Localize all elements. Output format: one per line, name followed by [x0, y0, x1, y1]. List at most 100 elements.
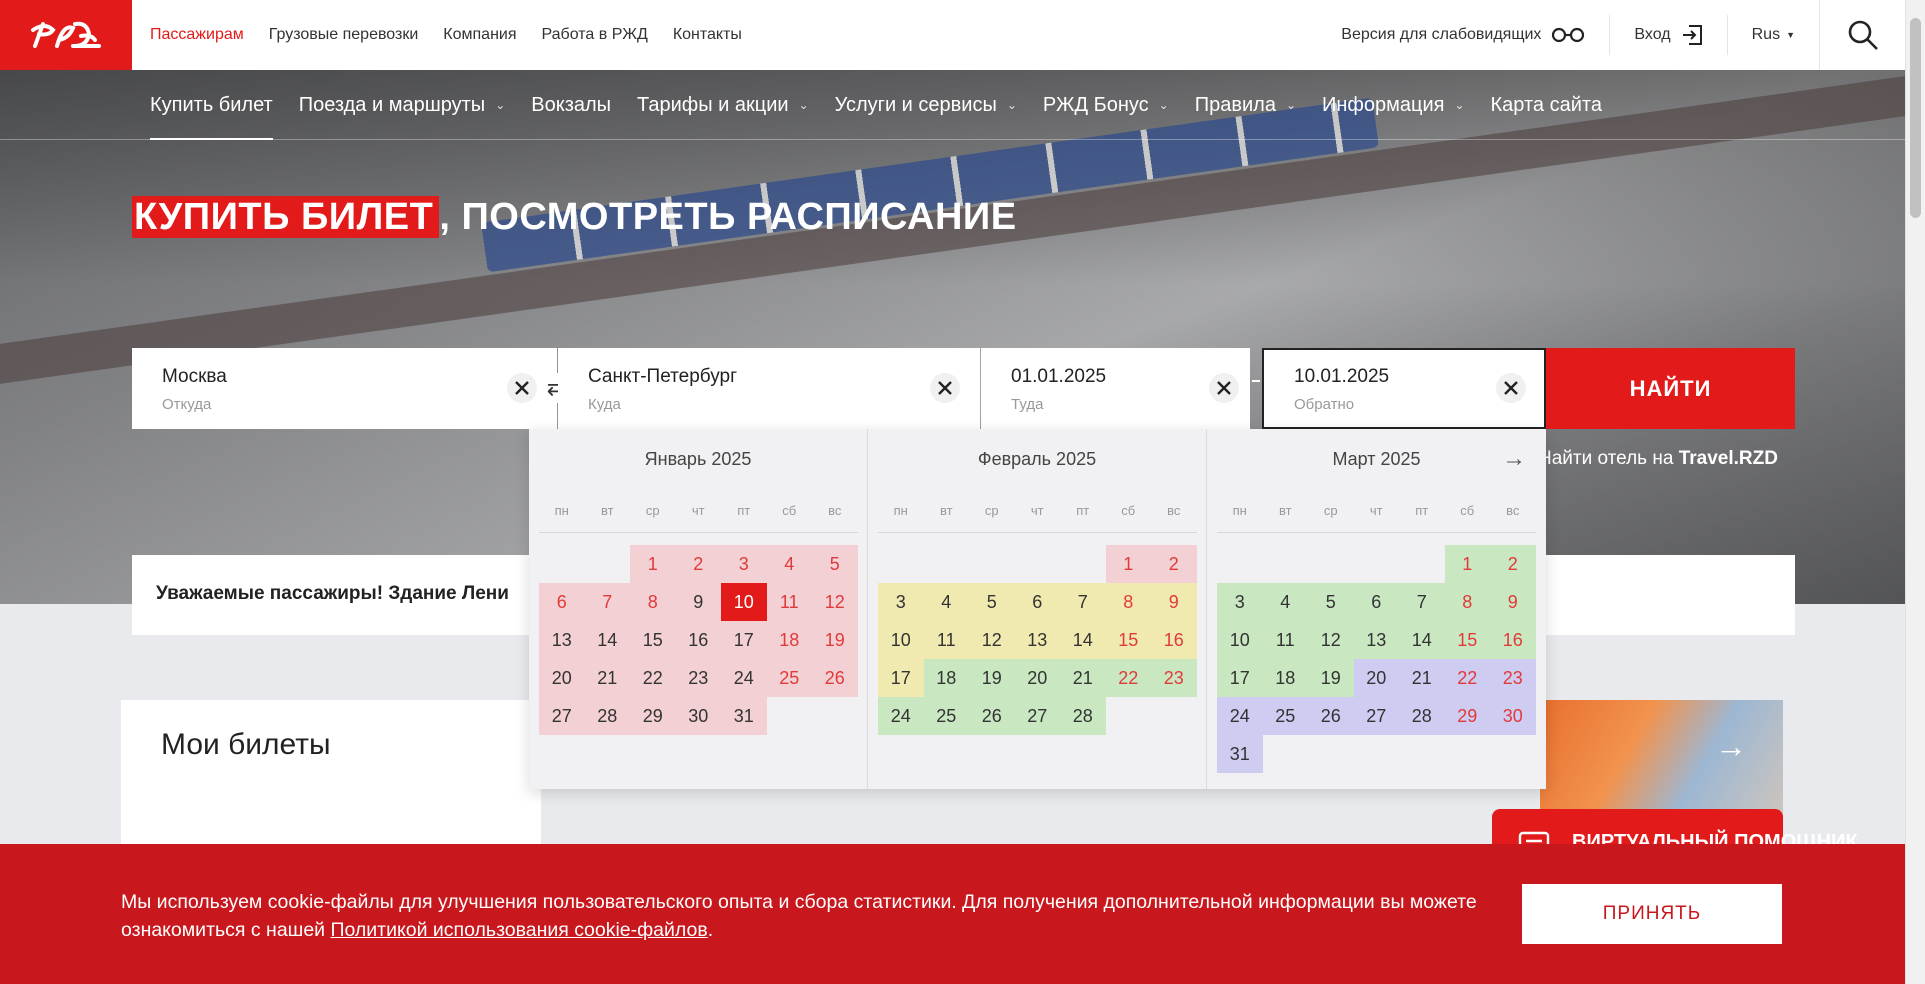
calendar-day[interactable]: 23	[675, 659, 721, 697]
calendar-day[interactable]: 8	[1444, 583, 1490, 621]
calendar-day[interactable]: 2	[1151, 545, 1197, 583]
main-nav-services[interactable]: Услуги и сервисы ⌄	[835, 70, 1017, 140]
calendar-day[interactable]: 26	[969, 697, 1015, 735]
calendar-day[interactable]: 27	[1014, 697, 1060, 735]
calendar-day[interactable]: 7	[1060, 583, 1106, 621]
main-nav-rules[interactable]: Правила ⌄	[1195, 70, 1296, 140]
calendar-day[interactable]: 3	[878, 583, 924, 621]
calendar-day[interactable]: 2	[675, 545, 721, 583]
cookie-policy-link[interactable]: Политикой использования cookie-файлов	[330, 919, 707, 941]
calendar-day[interactable]: 19	[812, 621, 858, 659]
hotel-link[interactable]: Найти отель на Travel.RZD	[1538, 448, 1778, 470]
language-selector[interactable]: Rus ▼	[1726, 15, 1819, 55]
calendar-day[interactable]: 13	[1014, 621, 1060, 659]
top-nav-contacts[interactable]: Контакты	[673, 26, 742, 44]
calendar-day[interactable]: 25	[1262, 697, 1308, 735]
rzd-logo[interactable]	[0, 0, 132, 70]
calendar-day[interactable]: 22	[1105, 659, 1151, 697]
calendar-day[interactable]: 31	[1217, 735, 1263, 773]
calendar-day[interactable]: 8	[1105, 583, 1151, 621]
calendar-day[interactable]: 16	[1151, 621, 1197, 659]
calendar-day[interactable]: 4	[923, 583, 969, 621]
calendar-day[interactable]: 16	[675, 621, 721, 659]
calendar-day[interactable]: 29	[630, 697, 676, 735]
calendar-day[interactable]: 13	[1353, 621, 1399, 659]
calendar-day[interactable]: 10	[721, 583, 767, 621]
main-nav-buy-ticket[interactable]: Купить билет	[150, 70, 273, 140]
calendar-day[interactable]: 12	[812, 583, 858, 621]
top-nav-company[interactable]: Компания	[443, 26, 516, 44]
clear-date-there-button[interactable]	[1209, 373, 1239, 403]
calendar-day[interactable]: 15	[1444, 621, 1490, 659]
calendar-day[interactable]: 29	[1444, 697, 1490, 735]
calendar-day[interactable]: 23	[1490, 659, 1536, 697]
calendar-day[interactable]: 15	[1105, 621, 1151, 659]
calendar-day[interactable]: 25	[766, 659, 812, 697]
calendar-day[interactable]: 5	[1308, 583, 1354, 621]
calendar-day[interactable]: 31	[721, 697, 767, 735]
calendar-day[interactable]: 14	[584, 621, 630, 659]
calendar-day[interactable]: 8	[630, 583, 676, 621]
calendar-day[interactable]: 1	[630, 545, 676, 583]
calendar-day[interactable]: 30	[675, 697, 721, 735]
calendar-day[interactable]: 22	[1444, 659, 1490, 697]
calendar-day[interactable]: 17	[1217, 659, 1263, 697]
calendar-day[interactable]: 17	[721, 621, 767, 659]
page-scrollbar[interactable]	[1905, 0, 1925, 984]
calendar-day[interactable]: 3	[1217, 583, 1263, 621]
accept-cookies-button[interactable]: ПРИНЯТЬ	[1522, 884, 1782, 944]
calendar-day[interactable]: 21	[1399, 659, 1445, 697]
date-there-field[interactable]: 01.01.2025 Туда	[981, 348, 1250, 429]
top-nav-jobs[interactable]: Работа в РЖД	[542, 26, 648, 44]
clear-date-return-button[interactable]	[1496, 373, 1526, 403]
calendar-day[interactable]: 25	[923, 697, 969, 735]
calendar-day[interactable]: 27	[1353, 697, 1399, 735]
calendar-day[interactable]: 28	[584, 697, 630, 735]
calendar-day[interactable]: 13	[539, 621, 585, 659]
main-nav-tariffs[interactable]: Тарифы и акции ⌄	[637, 70, 809, 140]
calendar-day[interactable]: 10	[1217, 621, 1263, 659]
top-nav-passengers[interactable]: Пассажирам	[150, 26, 244, 44]
calendar-day[interactable]: 26	[1308, 697, 1354, 735]
calendar-day[interactable]: 9	[675, 583, 721, 621]
calendar-day[interactable]: 14	[1399, 621, 1445, 659]
calendar-day[interactable]: 7	[584, 583, 630, 621]
calendar-day[interactable]: 24	[1217, 697, 1263, 735]
calendar-day[interactable]: 4	[766, 545, 812, 583]
login-button[interactable]: Вход	[1609, 15, 1726, 55]
calendar-day[interactable]: 24	[721, 659, 767, 697]
calendar-day[interactable]: 12	[969, 621, 1015, 659]
calendar-day[interactable]: 7	[1399, 583, 1445, 621]
calendar-day[interactable]: 12	[1308, 621, 1354, 659]
calendar-day[interactable]: 9	[1151, 583, 1197, 621]
clear-to-button[interactable]	[930, 373, 960, 403]
calendar-day[interactable]: 14	[1060, 621, 1106, 659]
calendar-day[interactable]: 17	[878, 659, 924, 697]
calendar-day[interactable]: 19	[1308, 659, 1354, 697]
to-field[interactable]: Санкт-Петербург Куда	[558, 348, 980, 429]
calendar-day[interactable]: 20	[1353, 659, 1399, 697]
calendar-day[interactable]: 22	[630, 659, 676, 697]
calendar-day[interactable]: 21	[1060, 659, 1106, 697]
calendar-day[interactable]: 18	[766, 621, 812, 659]
main-nav-sitemap[interactable]: Карта сайта	[1491, 70, 1602, 140]
main-nav-trains[interactable]: Поезда и маршруты ⌄	[299, 70, 506, 140]
clear-from-button[interactable]	[507, 373, 537, 403]
calendar-day[interactable]: 6	[1014, 583, 1060, 621]
calendar-day[interactable]: 28	[1399, 697, 1445, 735]
calendar-day[interactable]: 6	[539, 583, 585, 621]
main-nav-bonus[interactable]: РЖД Бонус ⌄	[1043, 70, 1169, 140]
date-return-field[interactable]: 10.01.2025 Обратно	[1262, 348, 1546, 429]
calendar-day[interactable]: 5	[969, 583, 1015, 621]
scrollbar-thumb[interactable]	[1910, 18, 1921, 218]
from-field[interactable]: Москва Откуда	[132, 348, 557, 429]
calendar-day[interactable]: 28	[1060, 697, 1106, 735]
calendar-day[interactable]: 23	[1151, 659, 1197, 697]
calendar-day[interactable]: 11	[923, 621, 969, 659]
calendar-day[interactable]: 10	[878, 621, 924, 659]
find-button[interactable]: НАЙТИ	[1546, 348, 1795, 429]
calendar-day[interactable]: 18	[1262, 659, 1308, 697]
calendar-day[interactable]: 18	[923, 659, 969, 697]
calendar-day[interactable]: 9	[1490, 583, 1536, 621]
calendar-day[interactable]: 20	[1014, 659, 1060, 697]
